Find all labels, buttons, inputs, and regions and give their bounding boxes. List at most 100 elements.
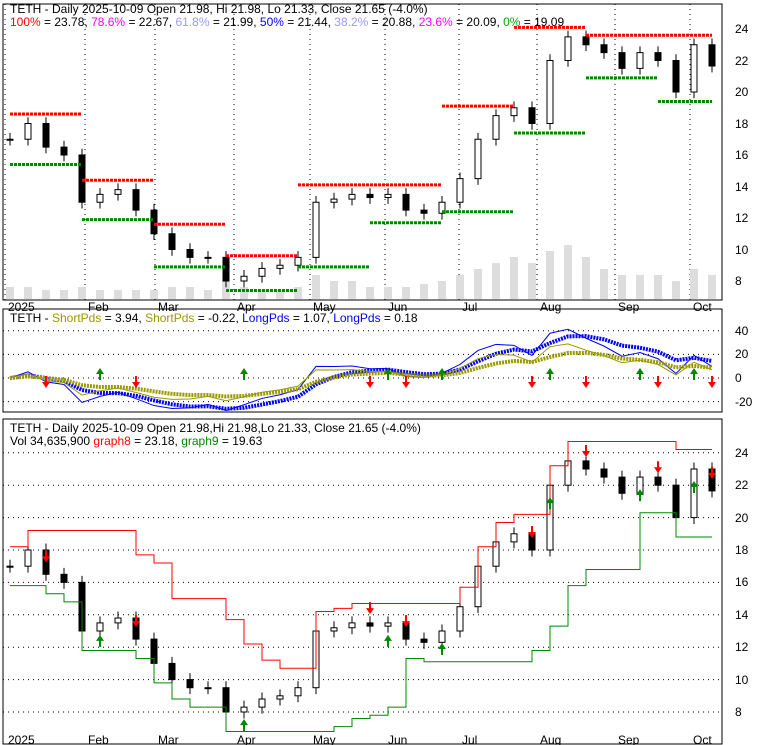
price-tick: 8 — [735, 274, 742, 288]
buy-arrow-icon — [240, 719, 248, 732]
volume-bar — [132, 290, 140, 299]
candle-body — [42, 123, 50, 148]
price-tick: 12 — [735, 211, 749, 225]
volume-bar — [312, 275, 320, 299]
candle-body — [564, 36, 572, 61]
volume-bar — [438, 281, 446, 299]
fib-label: 38.2% — [334, 15, 369, 29]
candle-body — [114, 189, 122, 195]
month-tick: Apr — [237, 733, 256, 745]
volume-bar — [96, 290, 104, 299]
volume-bar — [528, 263, 536, 299]
volume-bar — [546, 251, 554, 299]
month-tick: Jun — [388, 733, 408, 745]
volume-bar — [78, 287, 86, 299]
bar-body — [618, 476, 626, 494]
volume-bar — [708, 275, 716, 299]
price-tick: 22 — [735, 478, 749, 493]
price-tick: 20 — [735, 85, 749, 99]
month-tick: 2025 — [8, 300, 35, 314]
sell-arrow-icon — [528, 376, 536, 388]
candle-body — [6, 138, 14, 141]
candle-body — [150, 209, 158, 235]
volume-bar — [672, 281, 680, 299]
month-tick: 2025 — [8, 733, 35, 745]
candle-body — [222, 256, 230, 282]
bar-body — [348, 622, 356, 629]
candle-body — [96, 193, 104, 203]
bar-body — [258, 698, 266, 708]
stock-chart: TETH - Daily 2025-10-09 Open 21.98, Hi 2… — [0, 0, 780, 745]
panel3-legend: Vol 34,635,900 graph8 = 23.18, graph9 = … — [10, 434, 263, 448]
fib-value: = 20.88, — [368, 15, 419, 29]
volume-bar — [294, 287, 302, 299]
buy-arrow-icon — [384, 634, 392, 647]
fib-value: = 21.99, — [209, 15, 260, 29]
volume-bar — [420, 284, 428, 299]
volume-bar — [60, 290, 68, 299]
graph9-value: 19.63 — [232, 434, 263, 448]
price-tick: 18 — [735, 543, 749, 557]
price-tick: 14 — [735, 179, 749, 194]
candle-body — [600, 44, 608, 54]
candle-body — [402, 193, 410, 211]
osc-value: = -0.22, — [194, 311, 243, 325]
candle-body — [456, 178, 464, 203]
bar-body — [384, 622, 392, 627]
volume-bar — [186, 287, 194, 299]
month-tick: Feb — [88, 300, 109, 314]
volume-bar — [600, 269, 608, 299]
volume-bar — [384, 287, 392, 299]
volume-bar — [168, 287, 176, 299]
volume-bar — [510, 257, 518, 299]
candle-body — [672, 60, 680, 93]
volume-bar — [636, 275, 644, 299]
candle-body — [348, 193, 356, 200]
bar-body — [114, 617, 122, 624]
volume-bar — [114, 290, 122, 299]
volume-bar — [564, 245, 572, 299]
price-tick: 10 — [735, 672, 749, 687]
month-tick: Jul — [462, 300, 478, 314]
fib-label: 23.6% — [418, 15, 453, 29]
month-tick: Sep — [618, 300, 640, 314]
bar-body — [600, 468, 608, 478]
sell-arrow-icon — [708, 376, 716, 388]
candle-body — [168, 233, 176, 250]
volume-bar — [456, 275, 464, 299]
candle-body — [546, 60, 554, 124]
price-tick: 24 — [735, 22, 749, 36]
longpds-line — [9, 328, 713, 412]
buy-arrow-icon — [96, 634, 104, 647]
volume-bar — [618, 275, 626, 299]
month-tick: Jun — [388, 300, 408, 314]
volume-label: Vol 34,635,900 — [10, 434, 91, 448]
buy-arrow-icon — [690, 368, 698, 380]
month-tick: May — [313, 733, 336, 745]
price-tick: 20 — [735, 510, 749, 525]
candle-body — [420, 209, 428, 214]
fib-value: = 19.09 — [520, 15, 565, 29]
candle-body — [636, 52, 644, 69]
candle-body — [528, 107, 536, 124]
price-tick: 24 — [735, 445, 749, 460]
sell-arrow-icon — [654, 461, 662, 474]
bar-body — [510, 533, 518, 543]
price-tick: 8 — [735, 705, 742, 719]
month-tick: Sep — [618, 733, 640, 745]
volume-bar — [348, 281, 356, 299]
month-tick: Aug — [540, 733, 562, 745]
candle-body — [24, 123, 32, 140]
fib-value: = 21.44, — [283, 15, 335, 29]
month-tick: May — [313, 300, 336, 314]
graph8-label: graph8 — [93, 434, 131, 448]
bar-body — [690, 468, 698, 519]
candle-body — [690, 44, 698, 93]
chart-canvas — [2, 3, 723, 745]
month-tick: Oct — [693, 733, 712, 745]
panel-1-frame — [2, 3, 723, 301]
candle-body — [132, 189, 140, 211]
price-tick: 22 — [735, 53, 749, 68]
month-tick: Jul — [462, 733, 478, 745]
candle-body — [708, 44, 716, 67]
